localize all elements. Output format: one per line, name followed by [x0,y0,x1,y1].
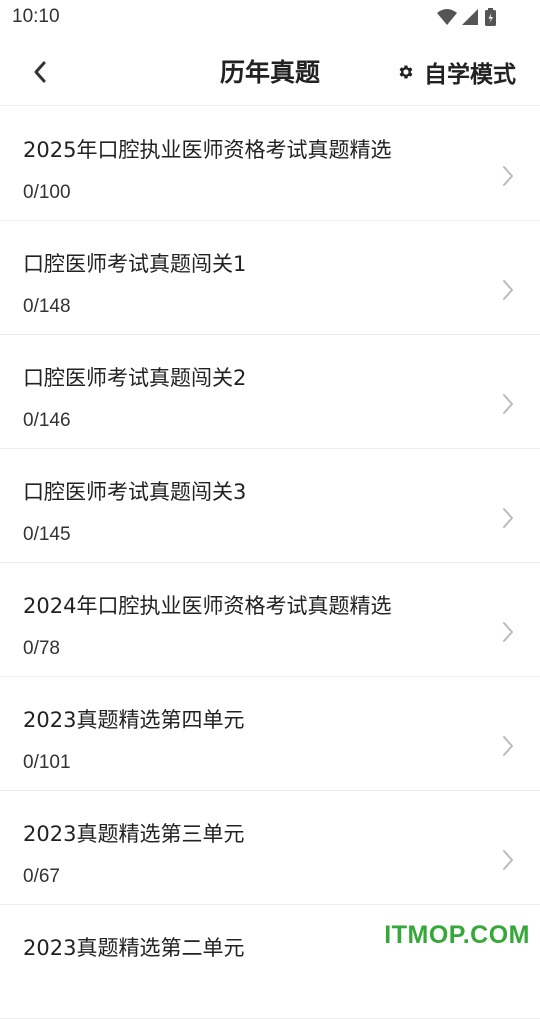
site-watermark: ITMOP.COM [384,921,530,949]
list-item[interactable]: 口腔医师考试真题闯关2 0/146 [0,335,540,449]
item-title: 2023真题精选第四单元 [23,708,245,732]
app-header: 历年真题 自学模式 [0,36,540,106]
list-item[interactable]: 2023真题精选第四单元 0/101 [0,677,540,791]
chevron-right-icon [503,166,513,186]
exam-list: 2025年口腔执业医师资格考试真题精选 0/100 口腔医师考试真题闯关1 0/… [0,107,540,1019]
item-progress: 0/145 [23,524,71,545]
status-time: 10:10 [12,6,60,27]
item-title: 2023真题精选第二单元 [23,936,245,960]
status-bar: 10:10 [0,0,540,36]
item-title: 口腔医师考试真题闯关1 [23,252,247,276]
chevron-right-icon [503,736,513,756]
list-item[interactable]: 口腔医师考试真题闯关1 0/148 [0,221,540,335]
wifi-icon [437,9,457,25]
item-progress: 0/148 [23,296,71,317]
cell-signal-icon [462,9,478,25]
item-progress: 0/78 [23,638,60,659]
chevron-right-icon [503,280,513,300]
list-item[interactable]: 2023真题精选第三单元 0/67 [0,791,540,905]
list-item[interactable]: 2025年口腔执业医师资格考试真题精选 0/100 [0,107,540,221]
self-study-mode-label: 自学模式 [424,62,516,88]
chevron-right-icon [503,508,513,528]
item-title: 口腔医师考试真题闯关2 [23,366,247,390]
gear-icon [396,62,416,82]
chevron-right-icon [503,850,513,870]
item-title: 口腔医师考试真题闯关3 [23,480,247,504]
item-progress: 0/67 [23,866,60,887]
item-progress: 0/146 [23,410,71,431]
item-title: 2023真题精选第三单元 [23,822,245,846]
list-item[interactable]: 口腔医师考试真题闯关3 0/145 [0,449,540,563]
chevron-right-icon [503,622,513,642]
item-progress: 0/101 [23,752,71,773]
status-icons [436,7,500,29]
item-progress: 0/100 [23,182,71,203]
list-item[interactable]: 2024年口腔执业医师资格考试真题精选 0/78 [0,563,540,677]
battery-charging-icon [485,8,496,26]
chevron-right-icon [503,394,513,414]
item-title: 2025年口腔执业医师资格考试真题精选 [23,138,392,162]
self-study-mode-button[interactable]: 自学模式 [396,54,516,90]
item-title: 2024年口腔执业医师资格考试真题精选 [23,594,392,618]
